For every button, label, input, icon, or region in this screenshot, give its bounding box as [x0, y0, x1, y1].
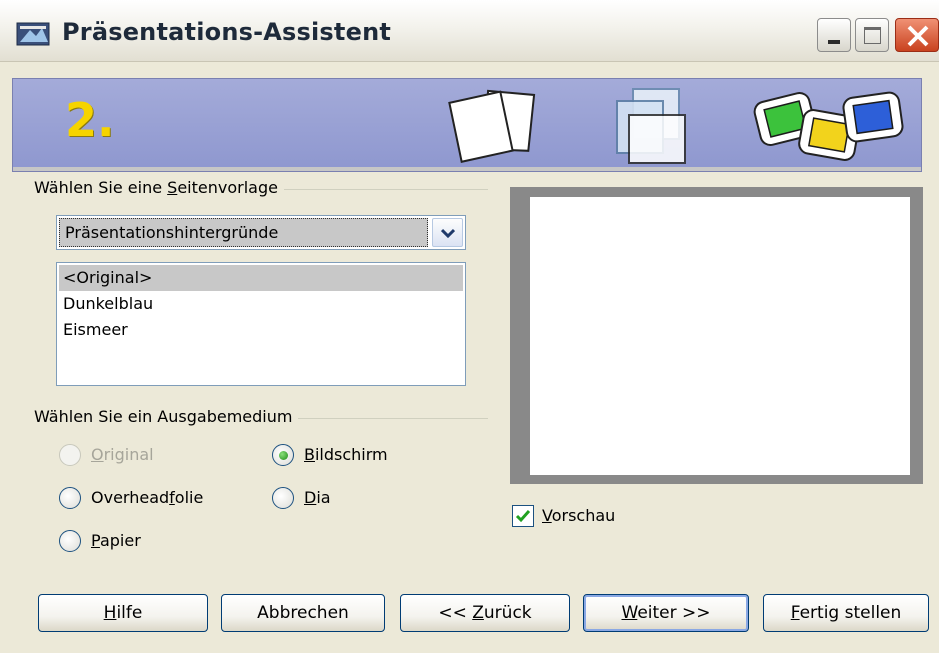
radio-label-accesskey: D [304, 488, 317, 507]
button-label-accesskey: W [621, 603, 638, 623]
next-button[interactable]: Weiter >> [583, 594, 749, 632]
dropdown-arrow-button[interactable] [432, 218, 463, 247]
chevron-down-icon [441, 228, 455, 238]
radio-bildschirm-label: Bildschirm [304, 445, 388, 464]
radio-label-suffix: riginal [103, 445, 154, 464]
radio-label-suffix: ia [316, 488, 331, 507]
radio-bildschirm[interactable] [272, 444, 294, 466]
template-group-label: Wählen Sie eine Seitenvorlage [34, 178, 284, 197]
radio-original[interactable] [59, 444, 81, 466]
radio-label-prefix: Overhead [91, 488, 170, 507]
radio-original-label: Original [91, 445, 154, 464]
finish-button[interactable]: Fertig stellen [763, 594, 929, 632]
preview-area [530, 197, 910, 475]
title-bar[interactable]: Präsentations-Assistent [0, 0, 939, 62]
presentation-app-icon [16, 22, 50, 46]
button-label-accesskey: F [790, 603, 800, 623]
radio-label-accesskey: P [91, 531, 100, 550]
template-label-prefix: Wählen Sie eine [34, 178, 168, 197]
checkbox-label-suffix: orschau [551, 506, 616, 525]
back-button[interactable]: << Zurück [400, 594, 570, 632]
button-label-accesskey: H [103, 603, 117, 623]
radio-papier-label: Papier [91, 531, 141, 550]
radio-label-suffix: ildschirm [314, 445, 388, 464]
radio-papier[interactable] [59, 530, 81, 552]
radio-dia[interactable] [272, 487, 294, 509]
minimize-icon [828, 40, 840, 44]
radio-dia-label: Dia [304, 488, 331, 507]
pages-icon [448, 89, 536, 163]
radio-label-accesskey: B [304, 445, 315, 464]
radio-label-suffix: olie [174, 488, 204, 507]
bottom-edge [0, 648, 939, 653]
step-number: 2. [65, 93, 115, 147]
maximize-icon [864, 27, 881, 44]
list-item[interactable]: Dunkelblau [59, 291, 463, 317]
radio-label-accesskey: O [91, 445, 104, 464]
template-label-accesskey: S [167, 178, 178, 197]
button-label-suffix: urück [483, 603, 532, 623]
transparency-frames-icon [616, 88, 686, 164]
wizard-banner: 2. [12, 78, 922, 172]
button-label-accesskey: Z [472, 603, 484, 623]
radio-label-suffix: apier [99, 531, 141, 550]
button-label-suffix: ertig stellen [799, 603, 902, 623]
button-label: Abbrechen [257, 603, 349, 623]
button-label-prefix: << [438, 603, 473, 623]
button-label-suffix: eiter >> [637, 603, 711, 623]
radio-overheadfolie[interactable] [59, 487, 81, 509]
minimize-button[interactable] [817, 18, 851, 52]
template-category-dropdown[interactable]: Präsentationshintergründe [56, 215, 466, 250]
checkbox-label-accesskey: V [542, 506, 552, 525]
template-listbox[interactable]: <Original> Dunkelblau Eismeer [56, 262, 466, 386]
colored-slides-icon [753, 91, 904, 161]
wizard-window: Präsentations-Assistent 2. Wählen Sie ei… [0, 0, 939, 653]
close-button[interactable] [895, 18, 939, 52]
preview-checkbox[interactable] [512, 505, 534, 527]
preview-frame [510, 187, 923, 484]
template-label-suffix: eitenvorlage [177, 178, 278, 197]
help-button[interactable]: Hilfe [38, 594, 208, 632]
list-item[interactable]: Eismeer [59, 317, 463, 343]
radio-overheadfolie-label: Overheadfolie [91, 488, 203, 507]
close-icon [907, 25, 929, 47]
dropdown-selected-value: Präsentationshintergründe [59, 218, 428, 247]
maximize-button[interactable] [855, 18, 889, 52]
preview-checkbox-label[interactable]: Vorschau [542, 506, 615, 525]
window-title: Präsentations-Assistent [62, 18, 392, 46]
medium-group-label: Wählen Sie ein Ausgabemedium [34, 407, 299, 426]
checkmark-icon [515, 510, 531, 523]
list-item[interactable]: <Original> [59, 265, 463, 291]
button-label-suffix: ilfe [116, 603, 143, 623]
cancel-button[interactable]: Abbrechen [221, 594, 385, 632]
